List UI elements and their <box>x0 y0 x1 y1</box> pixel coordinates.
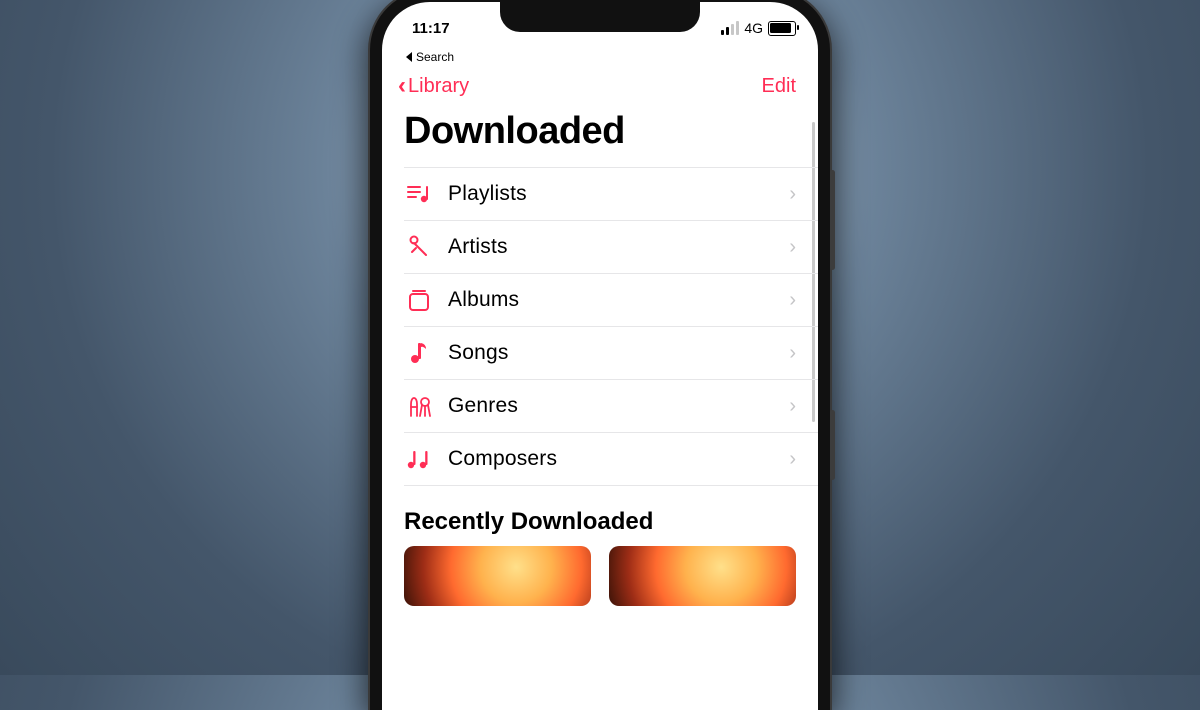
list-item-composers[interactable]: Composers › <box>404 433 818 486</box>
songs-icon <box>404 340 434 366</box>
playlists-icon <box>404 181 434 207</box>
list-item-albums[interactable]: Albums › <box>404 274 818 327</box>
back-to-app-label: Search <box>416 50 454 64</box>
albums-icon <box>404 287 434 313</box>
recently-downloaded-header: Recently Downloaded <box>382 486 818 546</box>
battery-icon <box>768 21 796 36</box>
genres-icon <box>404 393 434 419</box>
list-item-playlists[interactable]: Playlists › <box>404 167 818 221</box>
list-item-label: Playlists <box>448 182 789 206</box>
recently-downloaded-row <box>382 546 818 606</box>
edit-button[interactable]: Edit <box>762 75 796 98</box>
status-time: 11:17 <box>412 20 450 37</box>
list-item-label: Artists <box>448 235 789 259</box>
list-item-label: Songs <box>448 341 789 365</box>
back-library-button[interactable]: ‹ Library <box>398 74 469 98</box>
chevron-right-icon: › <box>789 289 796 312</box>
signal-icon <box>721 21 739 35</box>
album-thumbnail[interactable] <box>609 546 796 606</box>
page-title: Downloaded <box>382 108 818 161</box>
list-item-songs[interactable]: Songs › <box>404 327 818 380</box>
list-item-label: Genres <box>448 394 789 418</box>
album-thumbnail[interactable] <box>404 546 591 606</box>
chevron-right-icon: › <box>789 395 796 418</box>
downloaded-list: Playlists › Artists › <box>382 167 818 486</box>
list-item-artists[interactable]: Artists › <box>404 221 818 274</box>
back-label: Library <box>408 75 469 98</box>
side-button <box>830 170 835 270</box>
screen: 11:17 4G Search ‹ Library Edit Downloade… <box>382 2 818 710</box>
artists-icon <box>404 234 434 260</box>
list-item-genres[interactable]: Genres › <box>404 380 818 433</box>
network-label: 4G <box>744 20 763 36</box>
chevron-right-icon: › <box>789 342 796 365</box>
chevron-right-icon: › <box>789 183 796 206</box>
nav-bar: ‹ Library Edit <box>382 68 818 108</box>
phone-frame: 11:17 4G Search ‹ Library Edit Downloade… <box>370 0 830 710</box>
list-item-label: Composers <box>448 447 789 471</box>
status-right: 4G <box>721 20 796 36</box>
chevron-right-icon: › <box>789 236 796 259</box>
list-item-label: Albums <box>448 288 789 312</box>
back-to-app[interactable]: Search <box>382 50 818 68</box>
power-button <box>830 410 835 480</box>
chevron-right-icon: › <box>789 448 796 471</box>
back-arrow-icon <box>406 52 412 62</box>
notch <box>500 2 700 32</box>
chevron-left-icon: ‹ <box>398 74 406 98</box>
composers-icon <box>404 446 434 472</box>
